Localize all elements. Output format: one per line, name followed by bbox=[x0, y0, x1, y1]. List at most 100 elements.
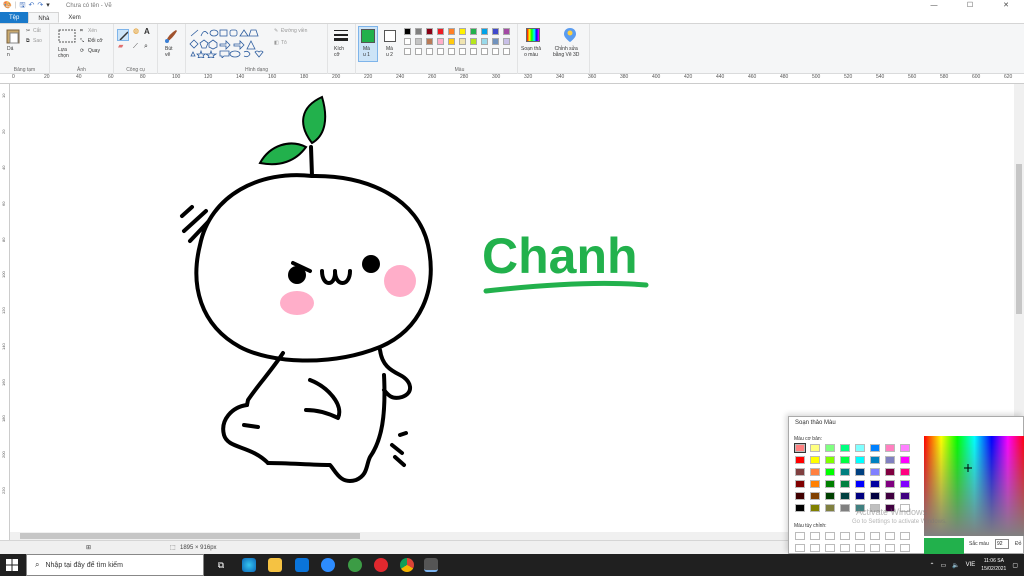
basic-color-swatch[interactable] bbox=[870, 444, 880, 452]
basic-color-swatch[interactable] bbox=[795, 456, 805, 464]
color1-label[interactable]: Mà u 1 bbox=[363, 46, 370, 58]
tab-view[interactable]: Xem bbox=[59, 12, 89, 23]
rotate-icon[interactable]: ⟳ bbox=[80, 48, 84, 54]
basic-color-swatch[interactable] bbox=[825, 492, 835, 500]
copy-icon[interactable]: ⧉ bbox=[26, 38, 30, 44]
edit-colors-icon[interactable] bbox=[526, 28, 540, 42]
brushes-button-label[interactable]: Bút vẽ bbox=[165, 46, 173, 58]
rotate-button-label[interactable]: Quay bbox=[88, 48, 100, 54]
mail-icon[interactable] bbox=[295, 558, 309, 572]
palette-swatch[interactable] bbox=[448, 28, 455, 35]
fill-button-label[interactable]: Tô bbox=[281, 40, 287, 46]
basic-color-swatch[interactable] bbox=[885, 456, 895, 464]
palette-swatch[interactable] bbox=[459, 38, 466, 45]
custom-color-swatch[interactable] bbox=[900, 544, 910, 552]
windows-start-icon[interactable] bbox=[6, 559, 18, 571]
basic-color-swatch[interactable] bbox=[810, 492, 820, 500]
select-icon[interactable] bbox=[58, 29, 76, 43]
cut-icon[interactable]: ✂ bbox=[26, 28, 30, 34]
palette-swatch[interactable] bbox=[404, 48, 411, 55]
palette-swatch[interactable] bbox=[448, 48, 455, 55]
custom-color-swatch[interactable] bbox=[810, 544, 820, 552]
network-icon[interactable]: ▭ bbox=[940, 562, 946, 569]
basic-color-swatch[interactable] bbox=[794, 443, 806, 453]
custom-color-swatch[interactable] bbox=[870, 544, 880, 552]
chrome-icon[interactable] bbox=[400, 558, 414, 572]
custom-color-swatch[interactable] bbox=[855, 544, 865, 552]
basic-color-swatch[interactable] bbox=[795, 480, 805, 488]
cut-button-label[interactable]: Cắt bbox=[33, 28, 41, 34]
basic-color-swatch[interactable] bbox=[810, 456, 820, 464]
crop-icon[interactable]: ⌗ bbox=[80, 28, 83, 34]
basic-color-swatch[interactable] bbox=[870, 480, 880, 488]
app-icon[interactable] bbox=[348, 558, 362, 572]
basic-color-swatch[interactable] bbox=[885, 444, 895, 452]
palette-swatch[interactable] bbox=[426, 28, 433, 35]
maximize-button[interactable]: ☐ bbox=[952, 0, 988, 12]
opera-icon[interactable] bbox=[374, 558, 388, 572]
palette-swatch[interactable] bbox=[415, 48, 422, 55]
volume-icon[interactable]: 🔈 bbox=[952, 562, 959, 569]
color2-label[interactable]: Mà u 2 bbox=[386, 46, 393, 58]
text-icon[interactable]: A bbox=[144, 28, 150, 36]
palette-swatch[interactable] bbox=[470, 48, 477, 55]
pencil-icon[interactable] bbox=[117, 29, 129, 41]
basic-color-swatch[interactable] bbox=[810, 444, 820, 452]
basic-color-swatch[interactable] bbox=[885, 480, 895, 488]
paint3d-label[interactable]: Chỉnh sửa bằng Vẽ 3D bbox=[553, 46, 579, 58]
chevron-up-icon[interactable]: ⌃ bbox=[929, 562, 934, 569]
custom-color-swatch[interactable] bbox=[795, 532, 805, 540]
custom-color-swatch[interactable] bbox=[825, 544, 835, 552]
redo-icon[interactable]: ↷ bbox=[37, 0, 43, 12]
customize-toolbar-icon[interactable]: ▾ bbox=[46, 0, 50, 12]
basic-color-swatch[interactable] bbox=[855, 480, 865, 488]
basic-color-swatch[interactable] bbox=[825, 504, 835, 512]
basic-color-swatch[interactable] bbox=[885, 492, 895, 500]
basic-color-swatch[interactable] bbox=[810, 468, 820, 476]
zoom-icon[interactable] bbox=[321, 558, 335, 572]
custom-color-swatch[interactable] bbox=[840, 532, 850, 540]
paint-taskbar-icon[interactable] bbox=[424, 558, 438, 572]
color-picker-icon[interactable]: ⟋ bbox=[133, 43, 138, 50]
palette-swatch[interactable] bbox=[470, 28, 477, 35]
select-button-label[interactable]: Lựa chọn bbox=[58, 47, 69, 59]
palette-swatch[interactable] bbox=[448, 38, 455, 45]
palette-swatch[interactable] bbox=[503, 48, 510, 55]
outline-icon[interactable]: ✎ bbox=[274, 28, 278, 34]
palette-swatch[interactable] bbox=[404, 38, 411, 45]
keyboard-language[interactable]: VIE bbox=[966, 562, 976, 568]
basic-color-swatch[interactable] bbox=[855, 444, 865, 452]
scroll-thumb[interactable] bbox=[1016, 164, 1022, 314]
palette-swatch[interactable] bbox=[426, 48, 433, 55]
palette-swatch[interactable] bbox=[492, 48, 499, 55]
basic-color-swatch[interactable] bbox=[855, 456, 865, 464]
palette-swatch[interactable] bbox=[415, 28, 422, 35]
tab-file[interactable]: Tệp bbox=[0, 12, 29, 23]
basic-color-swatch[interactable] bbox=[840, 456, 850, 464]
palette-swatch[interactable] bbox=[459, 48, 466, 55]
palette-swatch[interactable] bbox=[481, 48, 488, 55]
basic-color-swatch[interactable] bbox=[840, 468, 850, 476]
custom-color-swatch[interactable] bbox=[855, 532, 865, 540]
basic-color-swatch[interactable] bbox=[900, 468, 910, 476]
basic-color-swatch[interactable] bbox=[900, 480, 910, 488]
custom-color-swatch[interactable] bbox=[840, 544, 850, 552]
size-button-label[interactable]: Kích cỡ bbox=[334, 46, 344, 58]
basic-color-swatch[interactable] bbox=[855, 492, 865, 500]
resize-button-label[interactable]: Đổi cỡ bbox=[88, 38, 103, 44]
basic-color-swatch[interactable] bbox=[870, 492, 880, 500]
basic-color-swatch[interactable] bbox=[825, 480, 835, 488]
copy-button-label[interactable]: Sao bbox=[33, 38, 42, 44]
paste-button-label[interactable]: Dá n bbox=[7, 46, 13, 58]
magnifier-icon[interactable]: ⌕ bbox=[144, 43, 148, 50]
palette-swatch[interactable] bbox=[459, 28, 466, 35]
task-view-icon[interactable]: ⧉ bbox=[214, 558, 228, 572]
custom-color-swatch[interactable] bbox=[795, 544, 805, 552]
palette-swatch[interactable] bbox=[437, 28, 444, 35]
basic-color-swatch[interactable] bbox=[840, 444, 850, 452]
clock[interactable]: 11:06 SA 15/02/2021 bbox=[981, 557, 1006, 573]
brush-icon[interactable] bbox=[163, 28, 179, 44]
basic-color-swatch[interactable] bbox=[795, 504, 805, 512]
palette-swatch[interactable] bbox=[492, 28, 499, 35]
file-explorer-icon[interactable] bbox=[268, 558, 282, 572]
